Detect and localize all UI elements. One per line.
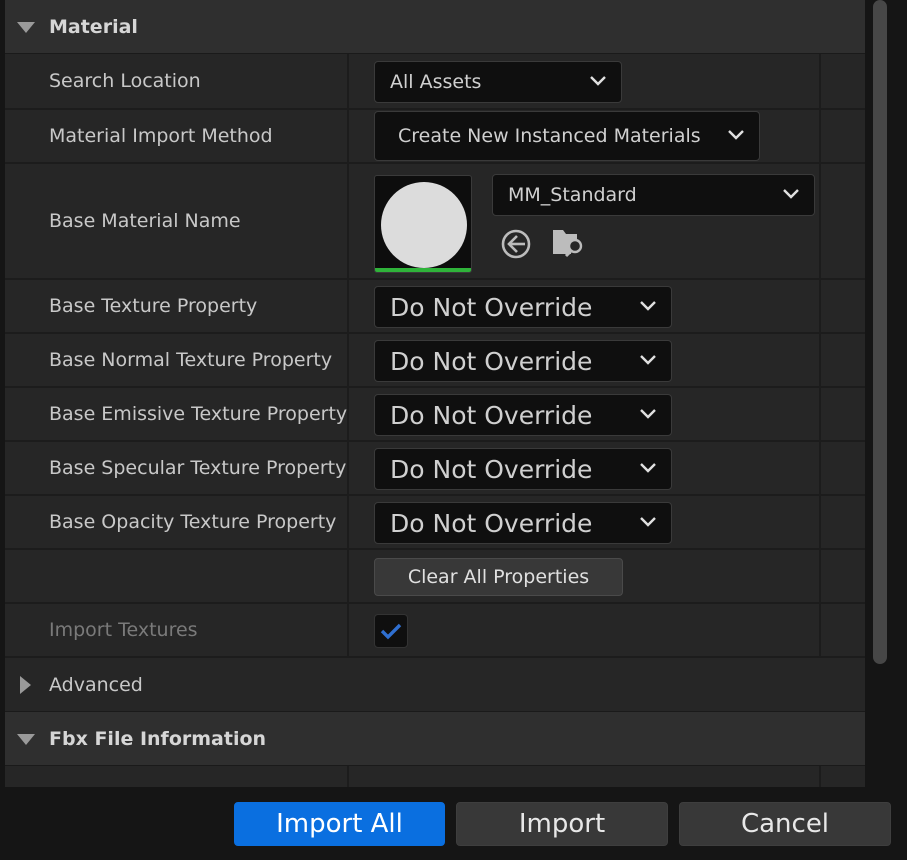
- column-divider: [347, 550, 349, 602]
- base-specular-texture-property-dropdown[interactable]: Do Not Override: [374, 448, 672, 490]
- row-base-emissive-texture-property: Base Emissive Texture Property Do Not Ov…: [5, 388, 865, 442]
- row-clear-all-properties: Clear All Properties: [5, 550, 865, 604]
- section-header-advanced[interactable]: Advanced: [5, 658, 865, 712]
- column-divider: [819, 110, 821, 162]
- chevron-down-icon: [640, 409, 656, 419]
- dropdown-value: Do Not Override: [390, 292, 593, 322]
- column-divider: [819, 334, 821, 386]
- row-search-location: Search Location All Assets: [5, 54, 865, 110]
- base-emissive-texture-property-dropdown[interactable]: Do Not Override: [374, 394, 672, 436]
- dropdown-value: Do Not Override: [390, 508, 593, 538]
- dropdown-value: Do Not Override: [390, 400, 593, 430]
- thumbnail-asset-color-bar: [375, 268, 471, 272]
- dropdown-value: All Assets: [390, 71, 482, 93]
- column-divider: [347, 496, 349, 548]
- column-divider: [819, 604, 821, 656]
- collapse-triangle-icon: [17, 21, 35, 33]
- property-label: Material Import Method: [49, 125, 273, 147]
- property-label: Import Textures: [49, 619, 198, 641]
- base-normal-texture-property-dropdown[interactable]: Do Not Override: [374, 340, 672, 382]
- section-title: Material: [49, 15, 138, 38]
- column-divider: [819, 766, 821, 787]
- checkmark-icon: [380, 623, 402, 640]
- column-divider: [819, 54, 821, 108]
- column-divider: [347, 766, 349, 787]
- column-divider: [819, 280, 821, 332]
- chevron-down-icon: [640, 301, 656, 311]
- property-label: Search Location: [49, 70, 201, 92]
- property-label: Base Opacity Texture Property: [49, 511, 337, 533]
- row-base-opacity-texture-property: Base Opacity Texture Property Do Not Ove…: [5, 496, 865, 550]
- column-divider: [819, 442, 821, 494]
- chevron-down-icon: [783, 189, 799, 199]
- base-material-asset-dropdown[interactable]: MM_Standard: [492, 174, 815, 216]
- column-divider: [347, 110, 349, 162]
- column-divider: [347, 442, 349, 494]
- column-divider: [347, 334, 349, 386]
- property-label: Base Normal Texture Property: [49, 349, 333, 371]
- column-divider: [347, 164, 349, 278]
- dialog-footer: Import All Import Cancel: [0, 787, 907, 860]
- property-label: Base Emissive Texture Property: [49, 403, 348, 425]
- column-divider: [819, 496, 821, 548]
- material-thumbnail[interactable]: [374, 175, 472, 273]
- section-title: Fbx File Information: [49, 727, 267, 750]
- material-preview-sphere: [381, 182, 467, 268]
- section-header-material[interactable]: Material: [5, 0, 865, 54]
- import-textures-checkbox[interactable]: [374, 614, 408, 648]
- chevron-down-icon: [728, 130, 744, 140]
- search-location-dropdown[interactable]: All Assets: [374, 61, 622, 103]
- chevron-down-icon: [590, 76, 606, 86]
- column-divider: [347, 280, 349, 332]
- section-header-fbx-file-information[interactable]: Fbx File Information: [5, 712, 865, 766]
- column-divider: [819, 550, 821, 602]
- dropdown-value: Do Not Override: [390, 454, 593, 484]
- browse-asset-folder-icon[interactable]: [551, 226, 587, 260]
- expand-triangle-icon: [20, 675, 31, 694]
- property-label: Base Material Name: [49, 210, 241, 232]
- base-texture-property-dropdown[interactable]: Do Not Override: [374, 286, 672, 328]
- dropdown-value: Create New Instanced Materials: [398, 125, 701, 147]
- dropdown-value: Do Not Override: [390, 346, 593, 376]
- row-base-normal-texture-property: Base Normal Texture Property Do Not Over…: [5, 334, 865, 388]
- property-label: Base Specular Texture Property: [49, 457, 347, 479]
- collapse-triangle-icon: [17, 733, 35, 745]
- column-divider: [819, 388, 821, 440]
- row-partial-file-version: [5, 766, 865, 787]
- row-material-import-method: Material Import Method Create New Instan…: [5, 110, 865, 164]
- use-selected-asset-icon[interactable]: [500, 228, 532, 260]
- chevron-down-icon: [640, 355, 656, 365]
- column-divider: [347, 604, 349, 656]
- row-import-textures: Import Textures: [5, 604, 865, 658]
- chevron-down-icon: [640, 517, 656, 527]
- import-button[interactable]: Import: [456, 802, 668, 846]
- details-panel: Material Search Location All Assets Mate…: [5, 0, 865, 787]
- column-divider: [347, 388, 349, 440]
- vertical-scrollbar[interactable]: [873, 0, 887, 664]
- clear-all-properties-button[interactable]: Clear All Properties: [374, 558, 623, 596]
- section-title: Advanced: [49, 673, 143, 696]
- material-import-method-dropdown[interactable]: Create New Instanced Materials: [374, 111, 760, 161]
- base-opacity-texture-property-dropdown[interactable]: Do Not Override: [374, 502, 672, 544]
- import-all-button[interactable]: Import All: [234, 802, 445, 846]
- column-divider: [347, 54, 349, 108]
- cancel-button[interactable]: Cancel: [679, 802, 891, 846]
- column-divider: [819, 164, 821, 278]
- row-base-texture-property: Base Texture Property Do Not Override: [5, 280, 865, 334]
- property-label: Base Texture Property: [49, 295, 258, 317]
- row-base-specular-texture-property: Base Specular Texture Property Do Not Ov…: [5, 442, 865, 496]
- chevron-down-icon: [640, 463, 656, 473]
- dropdown-value: MM_Standard: [508, 184, 637, 206]
